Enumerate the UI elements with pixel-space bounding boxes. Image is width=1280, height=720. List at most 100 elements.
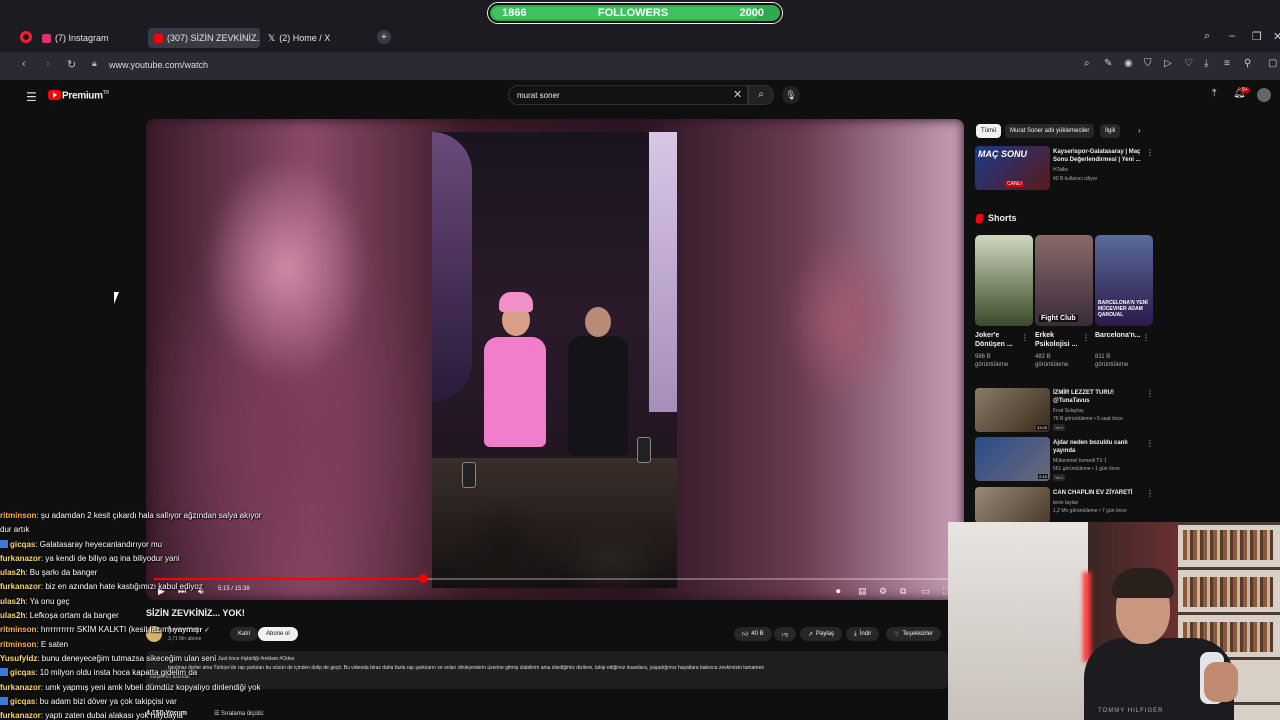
- thanks-button[interactable]: ♡ Teşekkürler: [886, 627, 942, 641]
- like-button[interactable]: 👍︎ 40 B: [734, 627, 772, 641]
- dislike-button[interactable]: 👎︎: [774, 627, 797, 641]
- video-thumbnail[interactable]: 33:05: [975, 388, 1050, 432]
- phone-icon: [637, 437, 651, 463]
- chat-badge-icon: [0, 668, 8, 677]
- clear-search-icon[interactable]: ✕: [733, 88, 742, 101]
- chevron-right-icon[interactable]: ›: [1138, 126, 1141, 135]
- more-options-icon[interactable]: ⋮: [1021, 333, 1029, 342]
- chat-text: : Galatasaray heyecanlandırıyor mu: [35, 539, 163, 549]
- shorts-header: Shorts: [975, 213, 1017, 223]
- short-views: 482 B görüntüleme: [1035, 354, 1069, 368]
- more-options-icon[interactable]: ⋮: [1082, 333, 1090, 342]
- youtube-logo-icon[interactable]: [48, 90, 61, 100]
- youtube-brand[interactable]: PremiumTR: [62, 90, 109, 101]
- chat-username: furkanazor: [0, 711, 41, 720]
- download-icon[interactable]: ⤓: [1204, 58, 1208, 69]
- chat-text: : şu adamdan 2 kesit çıkardı hala sallıy…: [36, 511, 262, 520]
- settings-gear-icon[interactable]: ⚙: [879, 586, 887, 597]
- maximize-icon[interactable]: ❐: [1252, 30, 1262, 43]
- upload-icon[interactable]: ⤒: [1212, 88, 1216, 99]
- tab-label: (2) Home / X: [279, 33, 331, 43]
- chat-message: ritminson: hrrrrrrrrrrr SKİM KALKTI (kes…: [0, 623, 300, 637]
- hamburger-menu-icon[interactable]: ☰: [26, 90, 37, 104]
- chat-text: : bu adam bizi döver ya çok takipçisi va…: [35, 696, 177, 706]
- download-button[interactable]: ⤓ İndir: [846, 627, 880, 641]
- chat-username: ritminson: [0, 625, 37, 635]
- youtube-icon: [154, 33, 163, 43]
- tab-x[interactable]: 𝕏 (2) Home / X: [262, 28, 372, 48]
- short-title[interactable]: Erkek Psikolojisi ...: [1035, 331, 1085, 349]
- more-options-icon[interactable]: ⋮: [1146, 389, 1154, 398]
- edit-icon[interactable]: ✎: [1104, 58, 1112, 69]
- miniplayer-icon[interactable]: ⧉: [900, 586, 906, 597]
- webcam-wall: [948, 522, 1088, 720]
- search-input[interactable]: murat soner: [508, 85, 748, 105]
- search-tabs-icon[interactable]: ⌕: [1204, 30, 1210, 43]
- share-button[interactable]: ↗ Paylaş: [800, 627, 843, 641]
- opera-logo-icon[interactable]: [20, 31, 32, 43]
- short-title[interactable]: Barcelona'n...: [1095, 331, 1145, 340]
- video-channel: tesio taylan: [1053, 500, 1079, 506]
- chip-all[interactable]: Tümü: [976, 124, 1002, 138]
- video-channel: HTalks: [1053, 167, 1069, 173]
- reload-icon[interactable]: ↻: [67, 58, 76, 71]
- close-window-icon[interactable]: ✕: [1273, 30, 1280, 43]
- video-title[interactable]: İZMİR LEZZET TURU! @TunaTavus: [1053, 389, 1145, 405]
- shield-icon[interactable]: ⛉: [1144, 58, 1152, 69]
- performer-pink-cap: [499, 292, 533, 312]
- theater-mode-icon[interactable]: ▭: [921, 586, 930, 597]
- chat-text: : Lefkoşa ortam da banger: [25, 611, 119, 621]
- video-thumbnail[interactable]: [975, 487, 1050, 523]
- chat-text: : ya kendi de biliyo aq ina biliyodur ya…: [40, 553, 180, 563]
- new-badge: Yeni: [1053, 424, 1065, 431]
- chat-text: : biz en azından hate kastığımızı kabul …: [40, 582, 203, 592]
- person-head: [585, 307, 611, 337]
- chat-text: : umk yapmış yeni amk lvbeli dümdüz kopy…: [40, 682, 261, 692]
- autoplay-toggle[interactable]: ⏺: [836, 586, 841, 597]
- more-options-icon[interactable]: ⋮: [1146, 489, 1154, 498]
- chip-related[interactable]: İlgili: [1100, 124, 1121, 138]
- tab-label: (307) SİZİN ZEVKİNİZ... YO: [167, 33, 260, 43]
- video-title[interactable]: CAN CHAPLIN EV ZİYARETİ: [1053, 489, 1145, 497]
- video-duration: 0:10: [1038, 474, 1048, 479]
- video-title[interactable]: Ajdar neden bozuldu canlı yayında: [1053, 439, 1145, 455]
- more-options-icon[interactable]: ⋮: [1142, 333, 1150, 342]
- play-icon[interactable]: ▷: [1164, 58, 1172, 69]
- subtitles-icon[interactable]: ▤: [858, 586, 867, 597]
- video-meta: 76 B görüntüleme • 5 saat önce: [1053, 416, 1123, 422]
- short-title[interactable]: Joker'e Dönüşen ...: [975, 331, 1025, 349]
- short-thumbnail[interactable]: BARCELONA'N YENİ MÜCEVHER ADAM QAROUAL: [1095, 235, 1153, 326]
- profile-icon[interactable]: ⚲: [1244, 58, 1251, 69]
- minimize-icon[interactable]: –: [1229, 30, 1235, 42]
- search-button[interactable]: ⌕: [748, 85, 774, 105]
- tab-youtube[interactable]: (307) SİZİN ZEVKİNİZ... YO: [148, 28, 260, 48]
- chip-uploader[interactable]: Murat Soner adlı yüklemeciler: [1005, 124, 1095, 138]
- video-thumbnail[interactable]: MAÇ SONU CANLI: [975, 146, 1050, 190]
- forward-icon[interactable]: ›: [46, 58, 50, 70]
- short-thumbnail[interactable]: [975, 235, 1033, 326]
- more-options-icon[interactable]: ⋮: [1146, 439, 1154, 448]
- chat-username: furkanazor: [0, 582, 41, 592]
- chat-message: gicqas: Galatasaray heyecanlandırıyor mu: [0, 538, 300, 552]
- x-icon: 𝕏: [268, 32, 276, 43]
- back-icon[interactable]: ‹: [22, 58, 26, 70]
- more-options-icon[interactable]: ⋮: [1146, 148, 1154, 157]
- chat-username: gicqas: [10, 696, 36, 706]
- video-channel: Mükemmel komedi TV 1: [1053, 458, 1107, 464]
- video-thumbnail[interactable]: 0:10: [975, 437, 1050, 481]
- chat-username: gicqas: [10, 539, 36, 549]
- camera-icon[interactable]: ◉: [1124, 58, 1133, 69]
- url-field[interactable]: www.youtube.com/watch: [109, 60, 208, 70]
- page-search-icon[interactable]: ⌕: [1084, 58, 1090, 69]
- chat-username: furkanazor: [0, 553, 41, 563]
- voice-search-icon[interactable]: 🎙︎: [782, 86, 800, 104]
- heart-icon[interactable]: ♡: [1184, 58, 1193, 69]
- menu-icon[interactable]: ≡: [1224, 58, 1230, 69]
- video-title[interactable]: Kayserispor-Galatasaray | Maç Sonu Değer…: [1053, 148, 1145, 164]
- account-avatar[interactable]: [1257, 88, 1271, 102]
- short-thumbnail[interactable]: Fight Club: [1035, 235, 1093, 326]
- followers-goal-bar: 1866 FOLLOWERS 2000: [488, 3, 782, 23]
- sidebar-icon[interactable]: ▢: [1268, 58, 1277, 69]
- tab-instagram[interactable]: (7) Instagram: [36, 28, 146, 48]
- new-tab-button[interactable]: +: [377, 30, 391, 44]
